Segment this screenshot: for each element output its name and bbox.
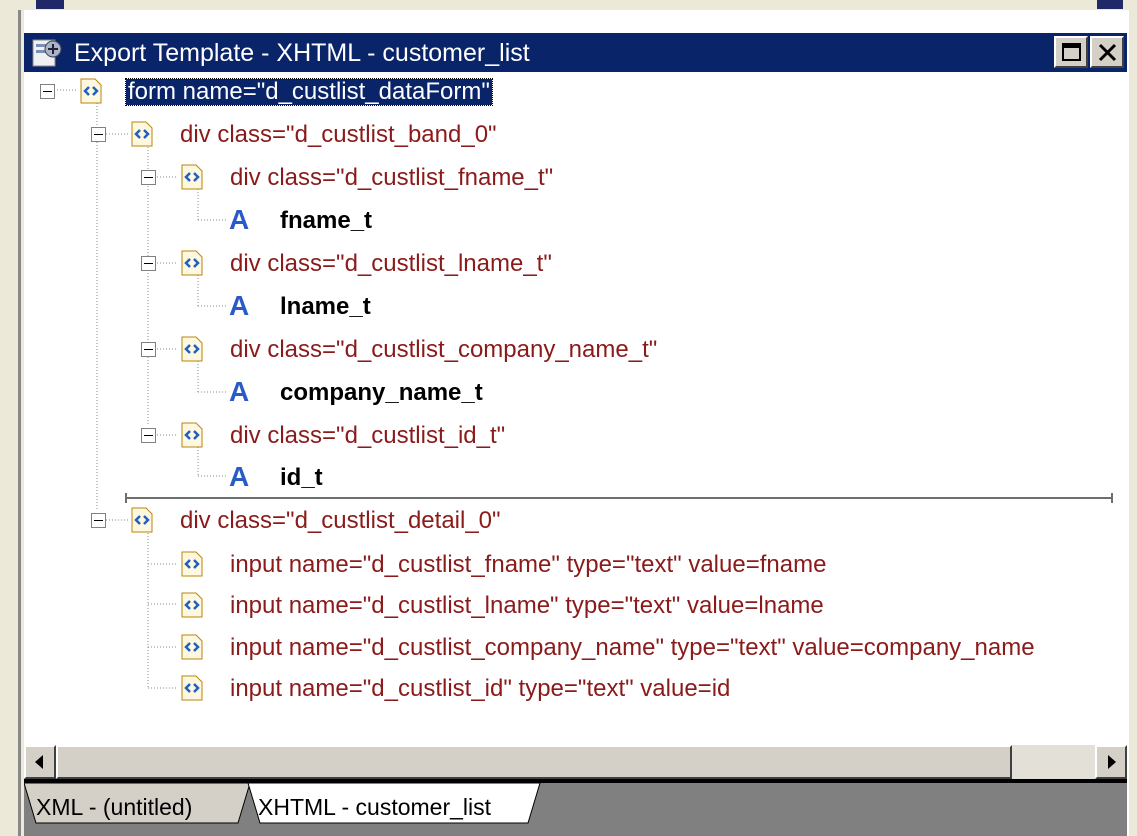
input-node-label[interactable]: input name="d_custlist_id" type="text" v…: [230, 676, 730, 702]
tree-row-detail[interactable]: div class="d_custlist_detail_0": [24, 503, 1124, 537]
window-frame-right: [1129, 0, 1137, 836]
tree-row-field[interactable]: A id_t: [24, 460, 1124, 494]
frame-accent-left: [36, 0, 64, 9]
window-frame-left: [0, 0, 24, 836]
tree-row-input[interactable]: input name="d_custlist_lname" type="text…: [24, 588, 1124, 622]
horizontal-scrollbar[interactable]: [24, 745, 1127, 779]
xml-node-icon: [181, 250, 203, 276]
maximize-icon: [1062, 43, 1081, 61]
close-icon: [1098, 43, 1117, 62]
input-node-label[interactable]: input name="d_custlist_company_name" typ…: [230, 635, 1035, 661]
collapse-toggle-icon[interactable]: [141, 342, 156, 357]
collapse-toggle-icon[interactable]: [141, 170, 156, 185]
xml-node-icon: [181, 422, 203, 448]
window-frame-top: [0, 0, 1137, 10]
div-node-label[interactable]: div class="d_custlist_id_t": [230, 423, 505, 449]
export-template-icon: [32, 38, 64, 68]
text-field-icon: A: [229, 376, 250, 407]
tree-row-field[interactable]: A lname_t: [24, 289, 1124, 323]
xml-node-icon: [131, 121, 153, 147]
tree-row-field[interactable]: A fname_t: [24, 203, 1124, 237]
text-field-icon: A: [229, 204, 250, 235]
xml-node-icon: [80, 78, 102, 104]
tree-row-form[interactable]: form name="d_custlist_dataForm": [24, 74, 1124, 108]
collapse-toggle-icon[interactable]: [40, 84, 55, 99]
field-node-label[interactable]: id_t: [280, 465, 323, 491]
scroll-right-button[interactable]: [1095, 745, 1127, 779]
scroll-left-button[interactable]: [24, 745, 56, 779]
tree-row-input[interactable]: input name="d_custlist_id" type="text" v…: [24, 671, 1124, 705]
xml-node-icon: [181, 634, 203, 660]
collapse-toggle-icon[interactable]: [91, 513, 106, 528]
tree-row-div[interactable]: div class="d_custlist_lname_t": [24, 246, 1124, 280]
xml-node-icon: [181, 592, 203, 618]
xml-node-icon: [181, 675, 203, 701]
title-bar[interactable]: Export Template - XHTML - customer_list: [24, 33, 1127, 72]
arrow-right-icon: [1108, 755, 1116, 769]
window-title: Export Template - XHTML - customer_list: [74, 39, 530, 67]
field-node-label[interactable]: lname_t: [280, 294, 371, 320]
scroll-thumb[interactable]: [56, 745, 1012, 779]
maximize-button[interactable]: [1054, 36, 1088, 68]
text-field-icon: A: [229, 461, 250, 492]
xml-node-icon: [181, 336, 203, 362]
div-node-label[interactable]: div class="d_custlist_fname_t": [230, 165, 553, 191]
form-node-label[interactable]: form name="d_custlist_dataForm": [125, 78, 493, 106]
div-node-label[interactable]: div class="d_custlist_company_name_t": [230, 337, 657, 363]
close-button[interactable]: [1090, 36, 1124, 68]
tree-row-input[interactable]: input name="d_custlist_fname" type="text…: [24, 547, 1124, 581]
tree-row-div[interactable]: div class="d_custlist_fname_t": [24, 160, 1124, 194]
tab-xhtml-customer-list[interactable]: XHTML - customer_list: [258, 793, 491, 821]
detail-node-label[interactable]: div class="d_custlist_detail_0": [180, 508, 501, 534]
frame-edge: [18, 10, 21, 836]
collapse-toggle-icon[interactable]: [141, 428, 156, 443]
tab-xml-untitled[interactable]: XML - (untitled): [36, 793, 192, 821]
collapse-toggle-icon[interactable]: [141, 256, 156, 271]
xml-node-icon: [131, 507, 153, 533]
collapse-toggle-icon[interactable]: [91, 127, 106, 142]
frame-accent-right: [1097, 0, 1123, 9]
text-field-icon: A: [229, 290, 250, 321]
div-node-label[interactable]: div class="d_custlist_lname_t": [230, 251, 552, 277]
arrow-left-icon: [35, 755, 43, 769]
tree-row-field[interactable]: A company_name_t: [24, 375, 1124, 409]
input-node-label[interactable]: input name="d_custlist_fname" type="text…: [230, 552, 826, 578]
input-node-label[interactable]: input name="d_custlist_lname" type="text…: [230, 593, 824, 619]
template-tree[interactable]: form name="d_custlist_dataForm" div clas…: [24, 72, 1127, 742]
tree-row-band[interactable]: div class="d_custlist_band_0": [24, 117, 1124, 151]
band-node-label[interactable]: div class="d_custlist_band_0": [180, 122, 497, 148]
xml-node-icon: [181, 551, 203, 577]
field-node-label[interactable]: fname_t: [280, 208, 372, 234]
xml-node-icon: [181, 164, 203, 190]
field-node-label[interactable]: company_name_t: [280, 380, 483, 406]
tree-row-div[interactable]: div class="d_custlist_id_t": [24, 418, 1124, 452]
document-tab-bar: XML - (untitled) XHTML - customer_list: [24, 779, 1127, 836]
tree-row-input[interactable]: input name="d_custlist_company_name" typ…: [24, 630, 1124, 664]
tree-row-div[interactable]: div class="d_custlist_company_name_t": [24, 332, 1124, 366]
